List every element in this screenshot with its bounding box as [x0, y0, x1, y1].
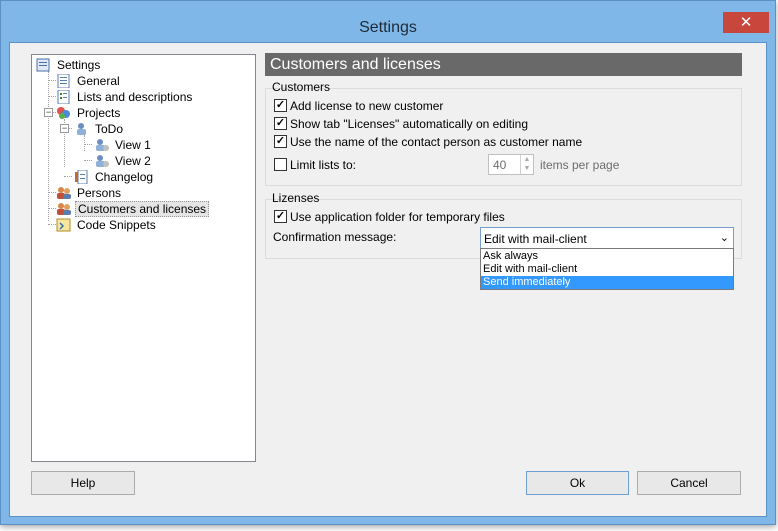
- tree-item-settings[interactable]: Settings: [36, 57, 102, 73]
- customers-group-title: Customers: [272, 80, 331, 94]
- view-icon: [94, 154, 110, 168]
- projects-collapse-toggle[interactable]: −: [44, 108, 53, 117]
- todo-collapse-toggle[interactable]: −: [60, 124, 69, 133]
- list-icon: [56, 89, 72, 105]
- customers-icon: [56, 202, 72, 216]
- show-licenses-tab-checkbox[interactable]: ✓ Show tab "Licenses" automatically on ed…: [274, 116, 528, 132]
- tree-item-changelog[interactable]: Changelog: [74, 169, 155, 185]
- add-license-checkbox[interactable]: ✓ Add license to new customer: [274, 98, 443, 114]
- tree-item-label: Settings: [57, 58, 101, 72]
- todo-icon: [74, 122, 90, 136]
- checkbox-label: Use the name of the contact person as cu…: [290, 135, 583, 149]
- window-title: Settings: [359, 19, 417, 36]
- dialog-client-area: − − Settings General Lists and descripti…: [9, 42, 767, 517]
- tree-item-label: View 1: [115, 138, 151, 152]
- dropdown-option-send-immediately[interactable]: Send immediately: [481, 276, 733, 289]
- tree-item-label: Projects: [77, 106, 121, 120]
- settings-tree[interactable]: − − Settings General Lists and descripti…: [31, 54, 256, 462]
- document-icon: [56, 73, 72, 89]
- tree-item-customers-and-licenses[interactable]: Customers and licenses: [56, 201, 210, 217]
- dropdown-option-edit-with-mail-client[interactable]: Edit with mail-client: [481, 263, 733, 276]
- cancel-button[interactable]: Cancel: [637, 471, 741, 495]
- page-title: Customers and licenses: [265, 53, 742, 76]
- tree-item-todo[interactable]: ToDo: [74, 121, 125, 137]
- tree-item-label: Customers and licenses: [75, 201, 210, 217]
- tree-item-label: General: [77, 74, 120, 88]
- checkbox-label: Limit lists to:: [290, 158, 357, 172]
- spinner-value: 40: [493, 158, 507, 172]
- tree-item-persons[interactable]: Persons: [56, 185, 123, 201]
- persons-icon: [56, 186, 72, 200]
- ok-button[interactable]: Ok: [526, 471, 629, 495]
- tree-item-view-2[interactable]: View 2: [94, 153, 153, 169]
- checkbox-unchecked[interactable]: [274, 158, 287, 172]
- tree-item-view-1[interactable]: View 1: [94, 137, 153, 153]
- checkbox-checked[interactable]: ✓: [274, 99, 287, 113]
- temp-folder-checkbox[interactable]: ✓ Use application folder for temporary fi…: [274, 209, 505, 225]
- help-button[interactable]: Help: [31, 471, 135, 495]
- changelog-icon: [74, 169, 90, 185]
- spinner-arrows[interactable]: ▲ ▼: [520, 155, 533, 174]
- licenses-group-title: Lizenses: [272, 191, 320, 205]
- confirmation-message-label: Confirmation message:: [273, 230, 397, 244]
- tree-item-projects[interactable]: Projects: [56, 105, 122, 121]
- tree-item-general[interactable]: General: [56, 73, 122, 89]
- close-button[interactable]: ✕: [723, 12, 769, 33]
- checkbox-label: Add license to new customer: [290, 99, 444, 113]
- tree-item-label: Persons: [77, 186, 122, 200]
- confirmation-message-dropdown[interactable]: Ask always Edit with mail-client Send im…: [480, 248, 734, 290]
- checkbox-label: Show tab "Licenses" automatically on edi…: [290, 117, 528, 131]
- settings-icon: [36, 58, 52, 72]
- checkbox-checked[interactable]: ✓: [274, 135, 287, 149]
- settings-window: Settings ✕ − − Settings General Lists an…: [0, 0, 776, 525]
- dropdown-option-ask-always[interactable]: Ask always: [481, 250, 733, 263]
- checkbox-checked[interactable]: ✓: [274, 210, 287, 224]
- chevron-down-icon[interactable]: ⌄: [720, 231, 729, 244]
- items-per-page-label: items per page: [540, 158, 620, 172]
- tree-item-label: ToDo: [95, 122, 124, 136]
- tree-item-code-snippets[interactable]: Code Snippets: [56, 217, 158, 233]
- tree-item-label: View 2: [115, 154, 151, 168]
- use-contact-name-checkbox[interactable]: ✓ Use the name of the contact person as c…: [274, 134, 582, 150]
- view-icon: [94, 138, 110, 152]
- tree-item-label: Lists and descriptions: [77, 90, 193, 104]
- tree-item-label: Code Snippets: [77, 218, 156, 232]
- checkbox-checked[interactable]: ✓: [274, 117, 287, 131]
- title-bar[interactable]: Settings ✕: [1, 1, 775, 41]
- limit-lists-spinner[interactable]: 40 ▲ ▼: [488, 154, 534, 175]
- code-snippets-icon: [56, 218, 72, 232]
- select-value: Edit with mail-client: [484, 232, 587, 246]
- projects-icon: [56, 106, 72, 120]
- limit-lists-checkbox[interactable]: Limit lists to:: [274, 157, 356, 173]
- tree-item-label: Changelog: [95, 170, 154, 184]
- confirmation-message-select[interactable]: Edit with mail-client ⌄: [480, 227, 734, 249]
- tree-item-lists-and-descriptions[interactable]: Lists and descriptions: [56, 89, 194, 105]
- checkbox-label: Use application folder for temporary fil…: [290, 210, 505, 224]
